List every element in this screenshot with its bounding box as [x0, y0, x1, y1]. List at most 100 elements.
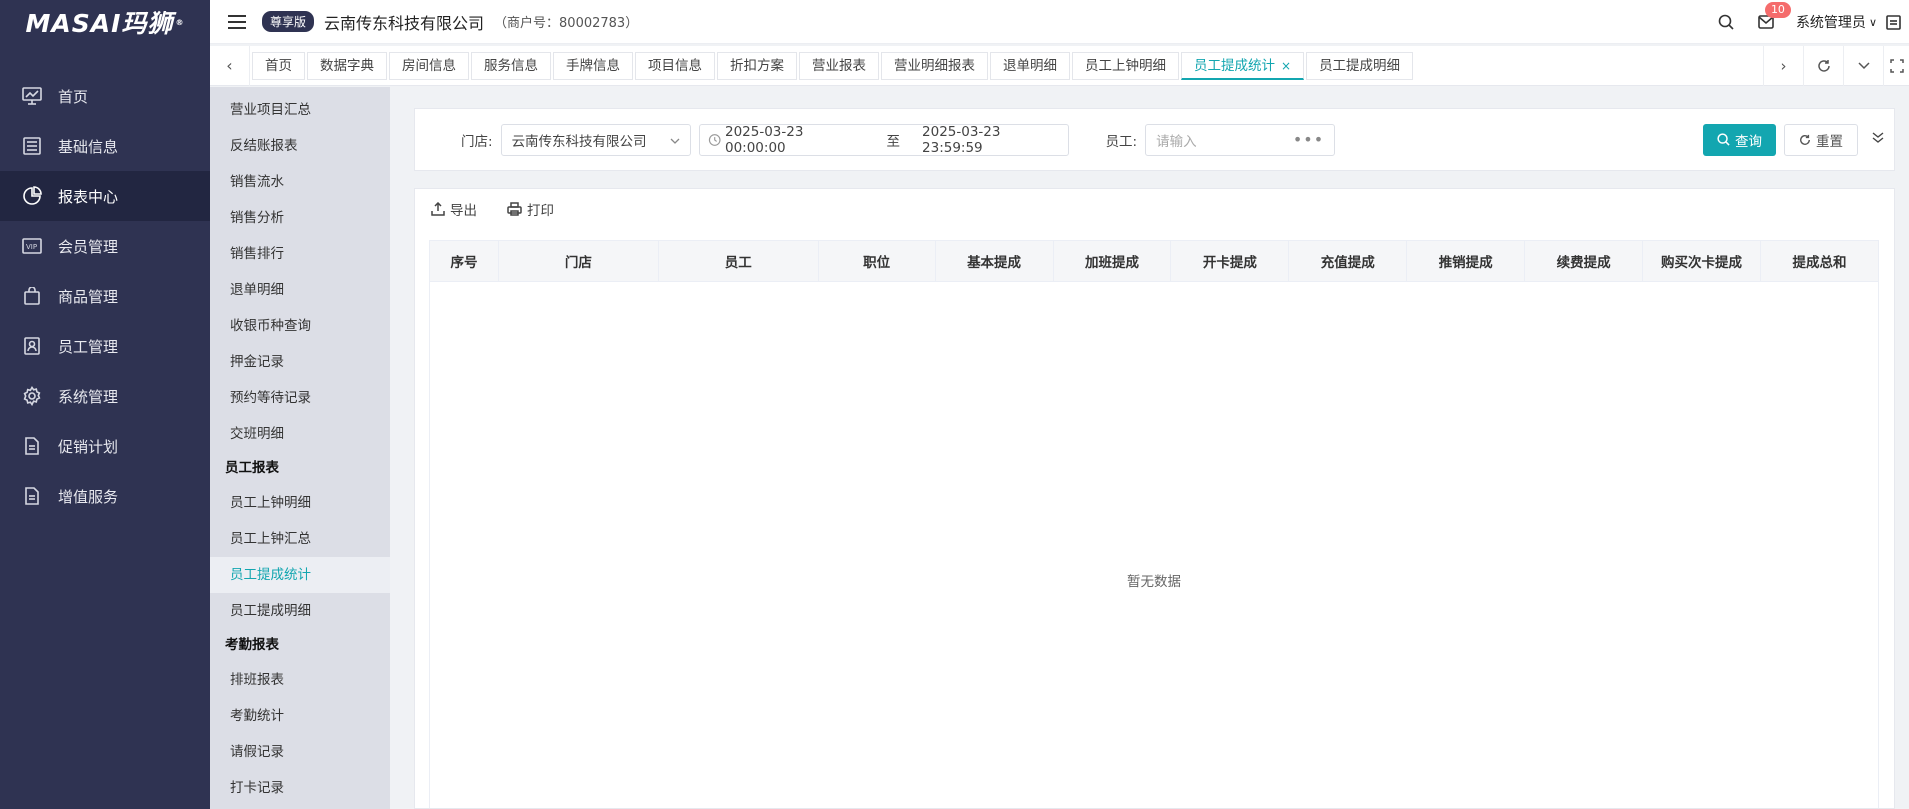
tab-9[interactable]: 退单明细 — [990, 51, 1070, 80]
submenu-item[interactable]: 押金记录 — [210, 344, 390, 380]
sidebar-item-label: 会员管理 — [58, 237, 119, 256]
submenu-item[interactable]: 打卡记录 — [210, 770, 390, 806]
submenu-item[interactable]: 交班明细 — [210, 416, 390, 452]
fullscreen-icon[interactable] — [1883, 45, 1909, 86]
submenu-item[interactable]: 员工提成统计 — [210, 557, 390, 593]
print-button[interactable]: 打印 — [507, 199, 554, 219]
menu-toggle-icon[interactable] — [228, 14, 246, 29]
submenu-item[interactable]: 排班报表 — [210, 662, 390, 698]
print-label: 打印 — [527, 203, 554, 219]
tab-label: 数据字典 — [320, 57, 374, 74]
sidebar-item-4[interactable]: 商品管理 — [0, 271, 210, 321]
submenu-item[interactable]: 请假记录 — [210, 734, 390, 770]
refresh-icon[interactable] — [1803, 45, 1843, 86]
registered-mark: ® — [175, 17, 185, 27]
list-icon — [20, 134, 44, 158]
submenu-group-title: 考勤报表 — [225, 637, 279, 653]
tab-11[interactable]: 员工提成统计 × — [1181, 51, 1305, 80]
search-icon[interactable] — [1716, 12, 1736, 32]
sidebar-item-label: 员工管理 — [58, 337, 119, 356]
column-header: 提成总和 — [1759, 240, 1880, 282]
empty-state-text: 暂无数据 — [1127, 574, 1181, 590]
tab-7[interactable]: 营业报表 — [799, 51, 879, 80]
store-label: 门店: — [461, 133, 493, 150]
submenu-item[interactable]: 预约等待记录 — [210, 380, 390, 416]
reset-button-label: 重置 — [1816, 133, 1843, 150]
sidebar-item-6[interactable]: 系统管理 — [0, 371, 210, 421]
table-toolbar: 导出 打印 — [415, 189, 1894, 229]
tab-8[interactable]: 营业明细报表 — [881, 51, 988, 80]
sidebar-item-label: 增值服务 — [58, 487, 119, 506]
sidebar-item-7[interactable]: 促销计划 — [0, 421, 210, 471]
submenu-item[interactable]: 营业项目汇总 — [210, 92, 390, 128]
tab-2[interactable]: 房间信息 — [389, 51, 469, 80]
sidebar-item-label: 首页 — [58, 87, 89, 106]
query-button-label: 查询 — [1735, 133, 1762, 150]
brand-logo[interactable]: MASAI玛狮 ® — [0, 0, 210, 44]
submenu-item[interactable]: 员工上钟明细 — [210, 485, 390, 521]
tab-5[interactable]: 项目信息 — [635, 51, 715, 80]
date-range-picker[interactable]: 2025-03-23 00:00:00 至 2025-03-23 23:59:5… — [698, 123, 1069, 156]
sidebar-item-3[interactable]: VIP 会员管理 — [0, 221, 210, 271]
pie-chart-icon — [20, 184, 44, 208]
column-header: 门店 — [497, 240, 659, 282]
main-sidebar: MASAI玛狮 ® 首页基础信息报表中心 VIP 会员管理商品管理员工管理系统管理 促销… — [0, 0, 210, 809]
svg-text:VIP: VIP — [26, 243, 37, 251]
staff-input[interactable]: 请输入 ••• — [1145, 123, 1336, 156]
tab-6[interactable]: 折扣方案 — [717, 51, 797, 80]
sidebar-item-8[interactable]: 增值服务 — [0, 471, 210, 521]
submenu-item[interactable]: 收银币种查询 — [210, 308, 390, 344]
staff-badge-icon — [20, 334, 44, 358]
submenu-item[interactable]: 员工上钟汇总 — [210, 521, 390, 557]
submenu-item[interactable]: 考勤统计 — [210, 698, 390, 734]
more-dots-icon[interactable]: ••• — [1293, 130, 1324, 149]
reset-icon — [1800, 134, 1810, 145]
logout-icon[interactable] — [1883, 12, 1903, 32]
tabs-scroll-left-icon[interactable]: ‹ — [210, 45, 250, 86]
tab-label: 员工提成统计 — [1194, 57, 1275, 74]
submenu-item[interactable]: 销售分析 — [210, 200, 390, 236]
close-icon[interactable]: × — [1281, 59, 1291, 73]
sidebar-item-5[interactable]: 员工管理 — [0, 321, 210, 371]
tab-3[interactable]: 服务信息 — [471, 51, 551, 80]
tab-4[interactable]: 手牌信息 — [553, 51, 633, 80]
tab-1[interactable]: 数据字典 — [307, 51, 387, 80]
tab-label: 项目信息 — [648, 57, 702, 74]
query-button[interactable]: 查询 — [1703, 123, 1776, 156]
tab-0[interactable]: 首页 — [252, 51, 305, 80]
table-body: 暂无数据 — [429, 281, 1879, 808]
company-name: 云南传东科技有限公司 — [324, 13, 485, 33]
merchant-number: （商户号：80002783） — [494, 16, 639, 31]
tabs-scroll-right-icon[interactable]: › — [1763, 45, 1803, 86]
submenu-item[interactable]: 退单明细 — [210, 272, 390, 308]
submenu-item[interactable]: 销售排行 — [210, 236, 390, 272]
tab-label: 首页 — [265, 57, 292, 74]
date-separator: 至 — [886, 133, 901, 150]
submenu-item[interactable]: 销售流水 — [210, 164, 390, 200]
tabs-dropdown-icon[interactable] — [1843, 45, 1883, 86]
main-content: 门店: 云南传东科技有限公司 2025-03-23 00:00:00 至 202… — [390, 87, 1909, 809]
store-select-value: 云南传东科技有限公司 — [511, 133, 647, 150]
expand-filters-icon[interactable] — [1872, 131, 1884, 148]
submenu-item[interactable]: 员工提成明细 — [210, 593, 390, 629]
sidebar-item-2[interactable]: 报表中心 — [0, 171, 210, 221]
tab-label: 员工上钟明细 — [1085, 57, 1166, 74]
tab-10[interactable]: 员工上钟明细 — [1072, 51, 1179, 80]
sidebar-item-1[interactable]: 基础信息 — [0, 121, 210, 171]
tab-label: 手牌信息 — [566, 57, 620, 74]
user-menu[interactable]: 系统管理员 ∨ — [1796, 12, 1877, 32]
sidebar-item-0[interactable]: 首页 — [0, 71, 210, 121]
store-select[interactable]: 云南传东科技有限公司 — [500, 123, 691, 156]
table-header-row: 序号 门店 员工 职位 基本提成 加班提成 开卡提成 充值提成 推销提成 续费提成 购买次卡提成 提成… — [429, 240, 1880, 282]
submenu-item[interactable]: 反结账报表 — [210, 128, 390, 164]
reset-button[interactable]: 重置 — [1784, 123, 1858, 156]
mail-icon[interactable]: 10 — [1756, 2, 1791, 32]
tab-12[interactable]: 员工提成明细 — [1306, 51, 1414, 80]
export-button[interactable]: 导出 — [431, 199, 477, 219]
chevron-down-icon — [670, 132, 680, 148]
sidebar-item-label: 基础信息 — [58, 137, 119, 156]
submenu-group-title: 员工报表 — [225, 460, 279, 476]
tab-label: 房间信息 — [402, 57, 456, 74]
vip-card-icon: VIP — [20, 234, 44, 258]
column-header: 序号 — [429, 240, 499, 282]
